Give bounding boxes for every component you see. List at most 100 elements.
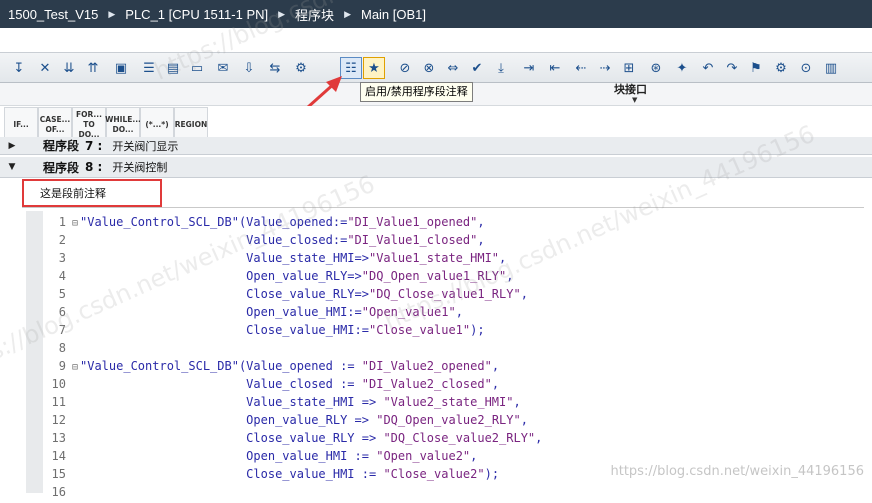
network-number: 7 :: [85, 138, 103, 153]
code-line[interactable]: 13 Close_value_RLY => "DQ_Close_value2_R…: [44, 429, 543, 447]
code-line[interactable]: 9 ⊟ "Value_Control_SCL_DB"(Value_opened :=…: [44, 357, 499, 375]
code-line[interactable]: 15 Close_value_HMI := "Close_value2");: [44, 465, 500, 483]
code-line[interactable]: 6 Open_value_HMI:="Open_value1",: [44, 303, 463, 321]
line-number: 7: [58, 323, 66, 337]
code-text[interactable]: Value_state_HMI => "Value2_state_HMI",: [80, 395, 521, 409]
load-icon[interactable]: ⇩: [238, 57, 260, 79]
line-number: 16: [51, 485, 66, 499]
code-line[interactable]: 12 Open_value_RLY => "DQ_Open_value2_RLY…: [44, 411, 528, 429]
line-number: 5: [58, 287, 66, 301]
check-icon[interactable]: ✔: [466, 57, 488, 79]
monitor-icon[interactable]: ▣: [110, 57, 132, 79]
code-text[interactable]: Value_closed := "DI_Value2_closed",: [80, 377, 499, 391]
network-header-8[interactable]: ▼ 程序段 8 : 开关阀控制: [0, 157, 872, 178]
star-icon[interactable]: ✦: [671, 57, 693, 79]
network-comment-field[interactable]: 这是段前注释: [40, 185, 106, 201]
breadcrumb-plc[interactable]: PLC_1 [CPU 1511-1 PN]: [125, 7, 268, 22]
code-text[interactable]: Close_value_HMI:="Close_value1");: [80, 323, 484, 337]
goto-error-icon[interactable]: ⊘: [394, 57, 416, 79]
editor-gutter: [26, 211, 43, 493]
frame-view-icon[interactable]: ▤: [162, 57, 184, 79]
format-icon[interactable]: ⊞: [618, 57, 640, 79]
code-text[interactable]: Value_state_HMI=>"Value1_state_HMI",: [80, 251, 506, 265]
line-number: 3: [58, 251, 66, 265]
code-text[interactable]: "Value_Control_SCL_DB"(Value_opened:="DI…: [80, 215, 485, 229]
code-line[interactable]: 8: [44, 339, 80, 357]
transfer-icon[interactable]: ⇆: [264, 57, 286, 79]
indent-icon[interactable]: ⇥: [518, 57, 540, 79]
breadcrumb: 1500_Test_V15 ▶ PLC_1 [CPU 1511-1 PN] ▶ …: [0, 0, 872, 28]
network-title: 程序段: [43, 139, 80, 153]
outdent-icon[interactable]: ⇤: [544, 57, 566, 79]
comment-divider: [22, 207, 864, 208]
code-text[interactable]: Open_value_RLY => "DQ_Open_value2_RLY",: [80, 413, 528, 427]
collapse-triangle-icon[interactable]: ▶: [0, 141, 24, 151]
code-line[interactable]: 5 Close_value_RLY=>"DQ_Close_value1_RLY"…: [44, 285, 528, 303]
code-line[interactable]: 2 Value_closed:="DI_Value1_closed",: [44, 231, 485, 249]
code-line[interactable]: 3 Value_state_HMI=>"Value1_state_HMI",: [44, 249, 507, 267]
code-line[interactable]: 10 Value_closed := "DI_Value2_closed",: [44, 375, 500, 393]
code-line[interactable]: 4 Open_value_RLY=>"DQ_Open_value1_RLY",: [44, 267, 514, 285]
network-number: 8 :: [85, 160, 103, 174]
line-number: 2: [58, 233, 66, 247]
breadcrumb-program-blocks[interactable]: 程序块: [295, 5, 334, 24]
insert-network-icon[interactable]: ↧: [8, 57, 30, 79]
align-right-icon[interactable]: ⇢: [594, 57, 616, 79]
code-line[interactable]: 1 ⊟ "Value_Control_SCL_DB"(Value_opened:="…: [44, 213, 485, 231]
code-text[interactable]: "Value_Control_SCL_DB"(Value_opened := "…: [80, 359, 499, 373]
code-text[interactable]: Close_value_RLY => "DQ_Close_value2_RLY"…: [80, 431, 542, 445]
undo-icon[interactable]: ↶: [697, 57, 719, 79]
network-comment: 开关阀门显示: [112, 139, 179, 153]
block-interface-toggle-icon[interactable]: ▼: [632, 96, 637, 104]
status-view-icon[interactable]: ▭: [186, 57, 208, 79]
favorites-icon[interactable]: ★: [363, 57, 385, 79]
redo-icon[interactable]: ↷: [721, 57, 743, 79]
editor-header-band: [0, 28, 872, 52]
settings-icon[interactable]: ⚙: [770, 57, 792, 79]
plc-icon[interactable]: ▥: [820, 57, 842, 79]
breadcrumb-main-ob1[interactable]: Main [OB1]: [361, 7, 426, 22]
breakpoint-icon[interactable]: ⊛: [645, 57, 667, 79]
code-line[interactable]: 7 Close_value_HMI:="Close_value1");: [44, 321, 485, 339]
line-number: 1: [58, 215, 66, 229]
line-number: 15: [51, 467, 66, 481]
line-number: 12: [51, 413, 66, 427]
code-line[interactable]: 14 Open_value_HMI := "Open_value2",: [44, 447, 478, 465]
comment-icon[interactable]: ✉: [212, 57, 234, 79]
align-left-icon[interactable]: ⇠: [570, 57, 592, 79]
code-text[interactable]: Open_value_HMI := "Open_value2",: [80, 449, 477, 463]
code-line[interactable]: 16: [44, 483, 80, 501]
network-comment: 开关阀控制: [112, 161, 168, 174]
breadcrumb-project[interactable]: 1500_Test_V15: [8, 7, 98, 22]
line-number: 6: [58, 305, 66, 319]
simulate-icon[interactable]: ⊙: [795, 57, 817, 79]
bookmark-icon[interactable]: ⚑: [745, 57, 767, 79]
line-number: 10: [51, 377, 66, 391]
network-header-7[interactable]: ▶ 程序段 7 : 开关阀门显示: [0, 137, 872, 155]
network-title: 程序段: [43, 160, 80, 175]
breadcrumb-separator-icon: ▶: [278, 8, 286, 19]
code-text[interactable]: Close_value_RLY=>"DQ_Close_value1_RLY",: [80, 287, 528, 301]
delete-error-icon[interactable]: ⊗: [418, 57, 440, 79]
breadcrumb-separator-icon: ▶: [344, 8, 351, 19]
watermark-footer: https://blog.csdn.net/weixin_44196156: [610, 464, 864, 479]
code-text[interactable]: Close_value_HMI := "Close_value2");: [80, 467, 499, 481]
expand-icon[interactable]: ⇊: [58, 57, 80, 79]
list-view-icon[interactable]: ☰: [138, 57, 160, 79]
delete-network-icon[interactable]: ✕: [34, 57, 56, 79]
line-number: 11: [51, 395, 66, 409]
code-text[interactable]: Value_closed:="DI_Value1_closed",: [80, 233, 484, 247]
editor-toolbar: ↧ ✕ ⇊ ⇈ ▣ ☰ ▤ ▭ ✉ ⇩ ⇆ ⚙ ☷ ★ ⊘ ⊗ ⇔ ✔ ⤓ ⇥ ⇤ ⇠ ⇢ ⊞ ⊛ ✦ ↶ ↷ ⚑ ⚙ ⊙ ▥: [0, 52, 872, 83]
compare-icon[interactable]: ⇔: [442, 57, 464, 79]
block-interface-label[interactable]: 块接口: [614, 81, 647, 97]
line-number: 14: [51, 449, 66, 463]
line-number: 8: [58, 341, 66, 355]
download-icon[interactable]: ⤓: [490, 57, 512, 79]
collapse-icon[interactable]: ⇈: [82, 57, 104, 79]
expand-triangle-icon[interactable]: ▼: [0, 162, 24, 172]
line-number: 9: [58, 359, 66, 373]
code-text[interactable]: Open_value_RLY=>"DQ_Open_value1_RLY",: [80, 269, 513, 283]
code-line[interactable]: 11 Value_state_HMI => "Value2_state_HMI"…: [44, 393, 521, 411]
code-text[interactable]: Open_value_HMI:="Open_value1",: [80, 305, 463, 319]
